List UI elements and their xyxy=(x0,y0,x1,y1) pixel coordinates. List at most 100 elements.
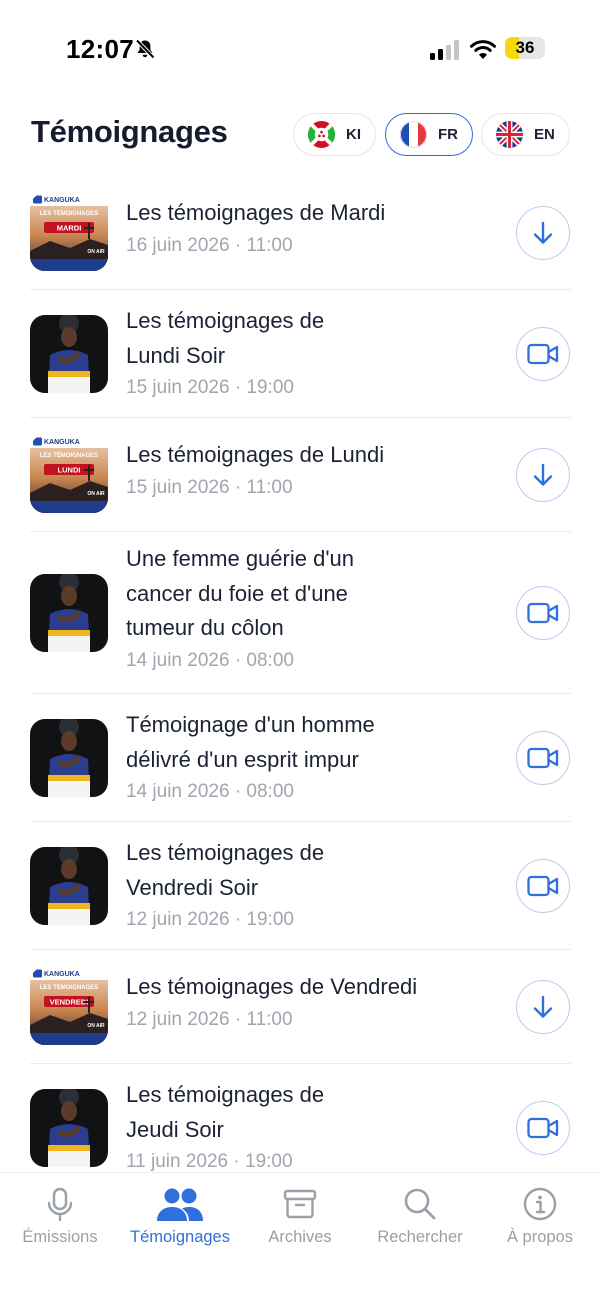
svg-text:KANGUKA: KANGUKA xyxy=(44,971,80,978)
preacher-photo-thumbnail xyxy=(30,574,108,652)
testimony-title-line: Les témoignages de Lundi xyxy=(126,442,385,467)
play-video-button[interactable] xyxy=(516,859,570,913)
testimony-list-item[interactable]: Les témoignages de Jeudi Soir 11 juin 2026… xyxy=(30,1064,571,1172)
testimony-title: Les témoignages de Vendredi Soir xyxy=(126,836,506,905)
bell-muted-icon xyxy=(134,38,156,60)
svg-text:VENDREDI: VENDREDI xyxy=(50,998,89,1007)
svg-text:ON AIR: ON AIR xyxy=(87,491,105,497)
testimony-title: Les témoignages de Vendredi xyxy=(126,970,506,1005)
svg-text:ON AIR: ON AIR xyxy=(87,249,105,255)
archive-box-icon xyxy=(283,1187,317,1226)
testimony-list-item[interactable]: KANGUKA LES TÉMOIGNAGES VENDREDI ON AIR … xyxy=(30,950,571,1064)
episode-poster-thumbnail: KANGUKA LES TÉMOIGNAGES VENDREDI ON AIR xyxy=(30,967,108,1045)
video-camera-icon xyxy=(527,875,559,897)
people-icon xyxy=(155,1187,205,1228)
tab-label: Témoignages xyxy=(130,1228,230,1246)
testimony-title: Les témoignages de Mardi xyxy=(126,196,506,231)
testimony-date: 15 juin 2026 · 19:00 xyxy=(126,377,294,398)
play-video-button[interactable] xyxy=(516,586,570,640)
microphone-icon xyxy=(43,1187,77,1228)
svg-text:ON AIR: ON AIR xyxy=(87,1023,105,1029)
testimony-title-line: Les témoignages de xyxy=(126,840,325,865)
preacher-photo-thumbnail xyxy=(30,847,108,925)
testimony-title: Les témoignages de Lundi xyxy=(126,438,506,473)
play-video-button[interactable] xyxy=(516,731,570,785)
tab-emissions[interactable]: Émissions xyxy=(0,1173,120,1263)
testimony-title-line: Témoignage d'un homme xyxy=(126,712,375,737)
tab-label: Émissions xyxy=(22,1228,98,1246)
language-code: EN xyxy=(534,126,555,143)
video-camera-icon xyxy=(527,747,559,769)
info-icon xyxy=(523,1187,557,1226)
tab-archives[interactable]: Archives xyxy=(240,1173,360,1263)
svg-text:LES TÉMOIGNAGES: LES TÉMOIGNAGES xyxy=(40,451,98,459)
battery-indicator: 36 xyxy=(505,37,545,59)
svg-text:LES TÉMOIGNAGES: LES TÉMOIGNAGES xyxy=(40,983,98,991)
download-arrow-icon xyxy=(533,221,553,244)
language-button-ki[interactable]: KI xyxy=(293,113,376,156)
testimony-title-line: Les témoignages de Mardi xyxy=(126,200,386,225)
testimony-list-item[interactable]: Les témoignages de Vendredi Soir 12 juin 2… xyxy=(30,822,571,950)
video-camera-icon xyxy=(527,602,559,624)
svg-text:KANGUKA: KANGUKA xyxy=(44,197,80,204)
testimony-date: 14 juin 2026 · 08:00 xyxy=(126,781,294,802)
svg-text:MARDI: MARDI xyxy=(57,224,82,233)
testimony-title-line: délivré d'un esprit impur xyxy=(126,746,359,772)
testimony-title: Témoignage d'un homme délivré d'un esprit… xyxy=(126,708,506,777)
testimony-list-item[interactable]: KANGUKA LES TÉMOIGNAGES MARDI ON AIR Les… xyxy=(30,176,571,290)
testimony-title-line: Les témoignages de xyxy=(126,308,325,333)
testimony-title-line: Jeudi Soir xyxy=(126,1116,224,1142)
video-camera-icon xyxy=(527,1117,559,1139)
tab-temoignages[interactable]: Témoignages xyxy=(120,1173,240,1263)
download-button[interactable] xyxy=(516,980,570,1034)
episode-poster-thumbnail: KANGUKA LES TÉMOIGNAGES LUNDI ON AIR xyxy=(30,435,108,513)
tab-bar: Émissions Témoignages Archives Recherche… xyxy=(0,1172,600,1304)
testimony-list[interactable]: KANGUKA LES TÉMOIGNAGES MARDI ON AIR Les… xyxy=(0,176,600,1172)
testimony-title-line: Vendredi Soir xyxy=(126,874,259,900)
testimony-title: Les témoignages de Jeudi Soir xyxy=(126,1078,506,1147)
testimony-list-item[interactable]: Les témoignages de Lundi Soir 15 juin 2026… xyxy=(30,290,571,418)
uk-flag-icon xyxy=(496,121,523,148)
france-flag-icon xyxy=(400,121,427,148)
play-video-button[interactable] xyxy=(516,327,570,381)
preacher-photo-thumbnail xyxy=(30,315,108,393)
download-button[interactable] xyxy=(516,206,570,260)
episode-poster-thumbnail: KANGUKA LES TÉMOIGNAGES MARDI ON AIR xyxy=(30,193,108,271)
testimony-title-line: tumeur du côlon xyxy=(126,615,284,640)
svg-text:LUNDI: LUNDI xyxy=(58,466,81,475)
testimony-date: 12 juin 2026 · 19:00 xyxy=(126,909,294,930)
wifi-icon xyxy=(470,38,496,60)
testimony-date: 16 juin 2026 · 11:00 xyxy=(126,234,293,256)
download-arrow-icon xyxy=(533,995,553,1018)
svg-text:KANGUKA: KANGUKA xyxy=(44,439,80,446)
tab-rechercher[interactable]: Rechercher xyxy=(360,1173,480,1263)
search-icon xyxy=(403,1187,437,1226)
page-title: Témoignages xyxy=(31,114,228,149)
play-video-button[interactable] xyxy=(516,1101,570,1155)
tab-label: Archives xyxy=(268,1228,332,1246)
status-time: 12:07 xyxy=(66,34,134,64)
testimony-title: Une femme guérie d'un cancer du foie et d… xyxy=(126,542,506,646)
tab-a-propos[interactable]: À propos xyxy=(480,1173,600,1263)
preacher-photo-thumbnail xyxy=(30,1089,108,1167)
language-button-en[interactable]: EN xyxy=(481,113,570,156)
testimony-title-line: Une femme guérie d'un xyxy=(126,546,354,571)
testimony-title-line: Les témoignages de Vendredi xyxy=(126,974,418,999)
download-button[interactable] xyxy=(516,448,570,502)
testimony-title: Les témoignages de Lundi Soir xyxy=(126,304,506,373)
testimony-date: 14 juin 2026 · 08:00 xyxy=(126,649,294,671)
video-camera-icon xyxy=(527,343,559,365)
burundi-flag-icon xyxy=(308,121,335,148)
testimony-list-item[interactable]: Témoignage d'un homme délivré d'un esprit… xyxy=(30,694,571,822)
testimony-list-item[interactable]: KANGUKA LES TÉMOIGNAGES LUNDI ON AIR Les… xyxy=(30,418,571,532)
testimony-date: 11 juin 2026 · 19:00 xyxy=(126,1151,293,1172)
language-button-fr[interactable]: FR xyxy=(385,113,473,156)
language-code: KI xyxy=(346,126,361,143)
tab-label: À propos xyxy=(506,1228,574,1246)
download-arrow-icon xyxy=(533,463,553,486)
cellular-signal-icon xyxy=(430,40,460,60)
testimony-title-line: Les témoignages de xyxy=(126,1082,325,1107)
testimony-list-item[interactable]: Une femme guérie d'un cancer du foie et d… xyxy=(30,532,571,694)
testimony-date: 12 juin 2026 · 11:00 xyxy=(126,1008,293,1030)
testimony-title-line: Lundi Soir xyxy=(126,342,226,368)
